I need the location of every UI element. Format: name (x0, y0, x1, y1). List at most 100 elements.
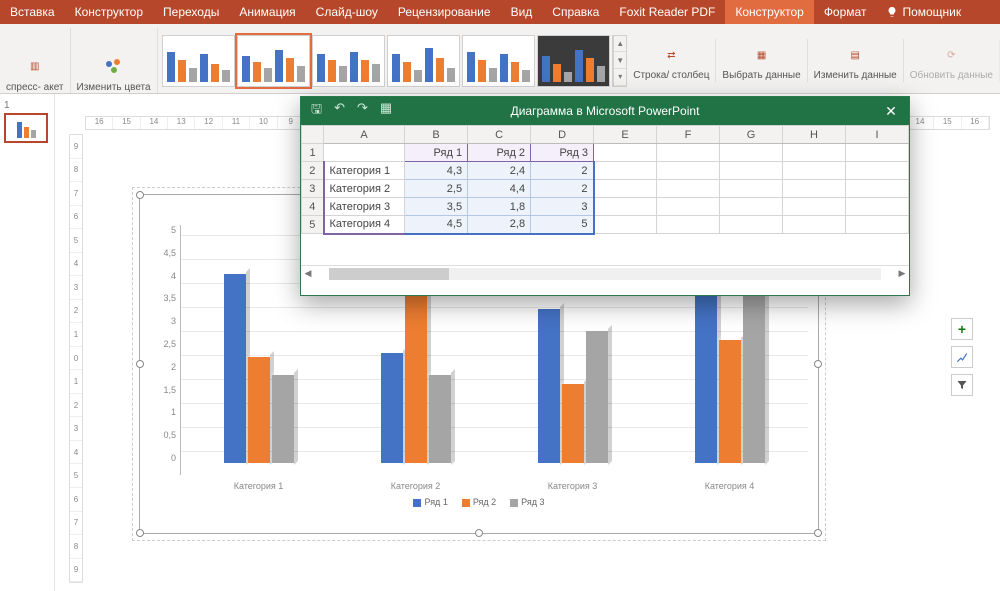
gallery-scroll[interactable]: ▲▼▾ (613, 35, 627, 87)
cell[interactable]: 2 (531, 162, 594, 180)
column-header[interactable]: I (845, 126, 908, 144)
chart-style-thumb[interactable] (537, 35, 610, 87)
ribbon-tab-справка[interactable]: Справка (542, 0, 609, 24)
chart-style-thumb[interactable] (387, 35, 460, 87)
row-header[interactable]: 5 (302, 216, 324, 234)
select-data-button[interactable]: ▦ Выбрать данные (716, 39, 807, 82)
cell[interactable]: 2,5 (405, 180, 468, 198)
cell[interactable] (783, 144, 846, 162)
column-header[interactable]: A (324, 126, 405, 144)
bar[interactable] (272, 375, 294, 463)
excel-data-window[interactable]: 🖫 ↶ ↷ ▦ Диаграмма в Microsoft PowerPoint… (300, 96, 910, 296)
ribbon-tab-формат[interactable]: Формат (814, 0, 877, 24)
cell[interactable]: 3,5 (405, 198, 468, 216)
cell[interactable] (845, 198, 908, 216)
row-header[interactable]: 3 (302, 180, 324, 198)
scroll-left-icon[interactable]: ◀ (301, 268, 315, 279)
legend-entry[interactable]: Ряд 3 (510, 497, 544, 507)
scroll-right-icon[interactable]: ▶ (895, 268, 909, 279)
cell[interactable]: 5 (531, 216, 594, 234)
ribbon-tab-переходы[interactable]: Переходы (153, 0, 229, 24)
chart-style-thumb[interactable] (237, 35, 310, 87)
cell[interactable] (594, 198, 657, 216)
cell[interactable] (657, 216, 720, 234)
cell[interactable] (845, 180, 908, 198)
cell[interactable] (720, 162, 783, 180)
bar[interactable] (562, 384, 584, 463)
cell[interactable] (783, 162, 846, 180)
column-header[interactable]: G (720, 126, 783, 144)
select-all-cell[interactable] (302, 126, 324, 144)
column-header[interactable]: B (405, 126, 468, 144)
chart-elements-button[interactable]: + (951, 318, 973, 340)
switch-row-column-button[interactable]: ⇄ Строка/ столбец (627, 39, 716, 82)
ribbon-tab-слайд-шоу[interactable]: Слайд-шоу (306, 0, 388, 24)
cell[interactable] (324, 144, 405, 162)
edit-data-button[interactable]: ▤ Изменить данные (808, 39, 904, 82)
chart-styles-button[interactable] (951, 346, 973, 368)
tell-me-button[interactable]: Помощник (876, 0, 971, 24)
scrollbar-thumb[interactable] (329, 268, 449, 280)
bar[interactable] (429, 375, 451, 463)
cell[interactable] (720, 198, 783, 216)
column-header[interactable]: C (468, 126, 531, 144)
cell[interactable]: 4,3 (405, 162, 468, 180)
column-header[interactable]: H (783, 126, 846, 144)
cell[interactable]: 4,5 (405, 216, 468, 234)
ribbon-tab-анимация[interactable]: Анимация (229, 0, 305, 24)
bar[interactable] (405, 269, 427, 463)
ribbon-tab-foxit-reader-pdf[interactable]: Foxit Reader PDF (609, 0, 725, 24)
excel-titlebar[interactable]: 🖫 ↶ ↷ ▦ Диаграмма в Microsoft PowerPoint… (301, 97, 909, 125)
cell[interactable] (720, 180, 783, 198)
cell[interactable] (783, 180, 846, 198)
cell[interactable]: Категория 2 (324, 180, 405, 198)
cell[interactable]: Ряд 3 (531, 144, 594, 162)
cell[interactable] (657, 198, 720, 216)
cell[interactable]: 2,8 (468, 216, 531, 234)
undo-icon[interactable]: ↶ (334, 100, 345, 122)
cell[interactable]: Ряд 2 (468, 144, 531, 162)
cell[interactable]: Ряд 1 (405, 144, 468, 162)
ribbon-tab-вид[interactable]: Вид (501, 0, 543, 24)
bar[interactable] (224, 274, 246, 463)
cell[interactable]: 1,8 (468, 198, 531, 216)
ribbon-tab-вставка[interactable]: Вставка (0, 0, 65, 24)
cell[interactable]: Категория 4 (324, 216, 405, 234)
cell[interactable] (720, 144, 783, 162)
chart-filter-button[interactable] (951, 374, 973, 396)
cell[interactable] (657, 144, 720, 162)
chart-style-thumb[interactable] (162, 35, 235, 87)
bar[interactable] (381, 353, 403, 463)
ribbon-tab-конструктор[interactable]: Конструктор (725, 0, 813, 24)
column-header[interactable]: F (657, 126, 720, 144)
cell[interactable]: 2 (531, 180, 594, 198)
cell[interactable] (720, 216, 783, 234)
cell[interactable]: Категория 1 (324, 162, 405, 180)
cell[interactable] (657, 162, 720, 180)
cell[interactable]: 2,4 (468, 162, 531, 180)
row-header[interactable]: 2 (302, 162, 324, 180)
refresh-data-button[interactable]: ⟳ Обновить данные (904, 39, 1000, 82)
row-header[interactable]: 1 (302, 144, 324, 162)
slide-thumbnail-1[interactable] (4, 113, 48, 143)
chart-style-thumb[interactable] (312, 35, 385, 87)
cell[interactable]: 3 (531, 198, 594, 216)
cell[interactable] (594, 180, 657, 198)
bar[interactable] (248, 357, 270, 463)
cell[interactable] (594, 216, 657, 234)
redo-icon[interactable]: ↷ (357, 100, 368, 122)
row-header[interactable]: 4 (302, 198, 324, 216)
cell[interactable] (657, 180, 720, 198)
bar[interactable] (586, 331, 608, 463)
excel-close-button[interactable]: ✕ (873, 97, 909, 125)
cell[interactable]: 4,4 (468, 180, 531, 198)
excel-horizontal-scrollbar[interactable]: ◀ ▶ (301, 265, 909, 281)
cell[interactable] (783, 216, 846, 234)
chart-style-thumb[interactable] (462, 35, 535, 87)
cell[interactable] (845, 216, 908, 234)
select-all-data-icon[interactable]: ▦ (380, 100, 392, 122)
cell[interactable] (594, 144, 657, 162)
cell[interactable]: Категория 3 (324, 198, 405, 216)
column-header[interactable]: E (594, 126, 657, 144)
cell[interactable] (845, 144, 908, 162)
